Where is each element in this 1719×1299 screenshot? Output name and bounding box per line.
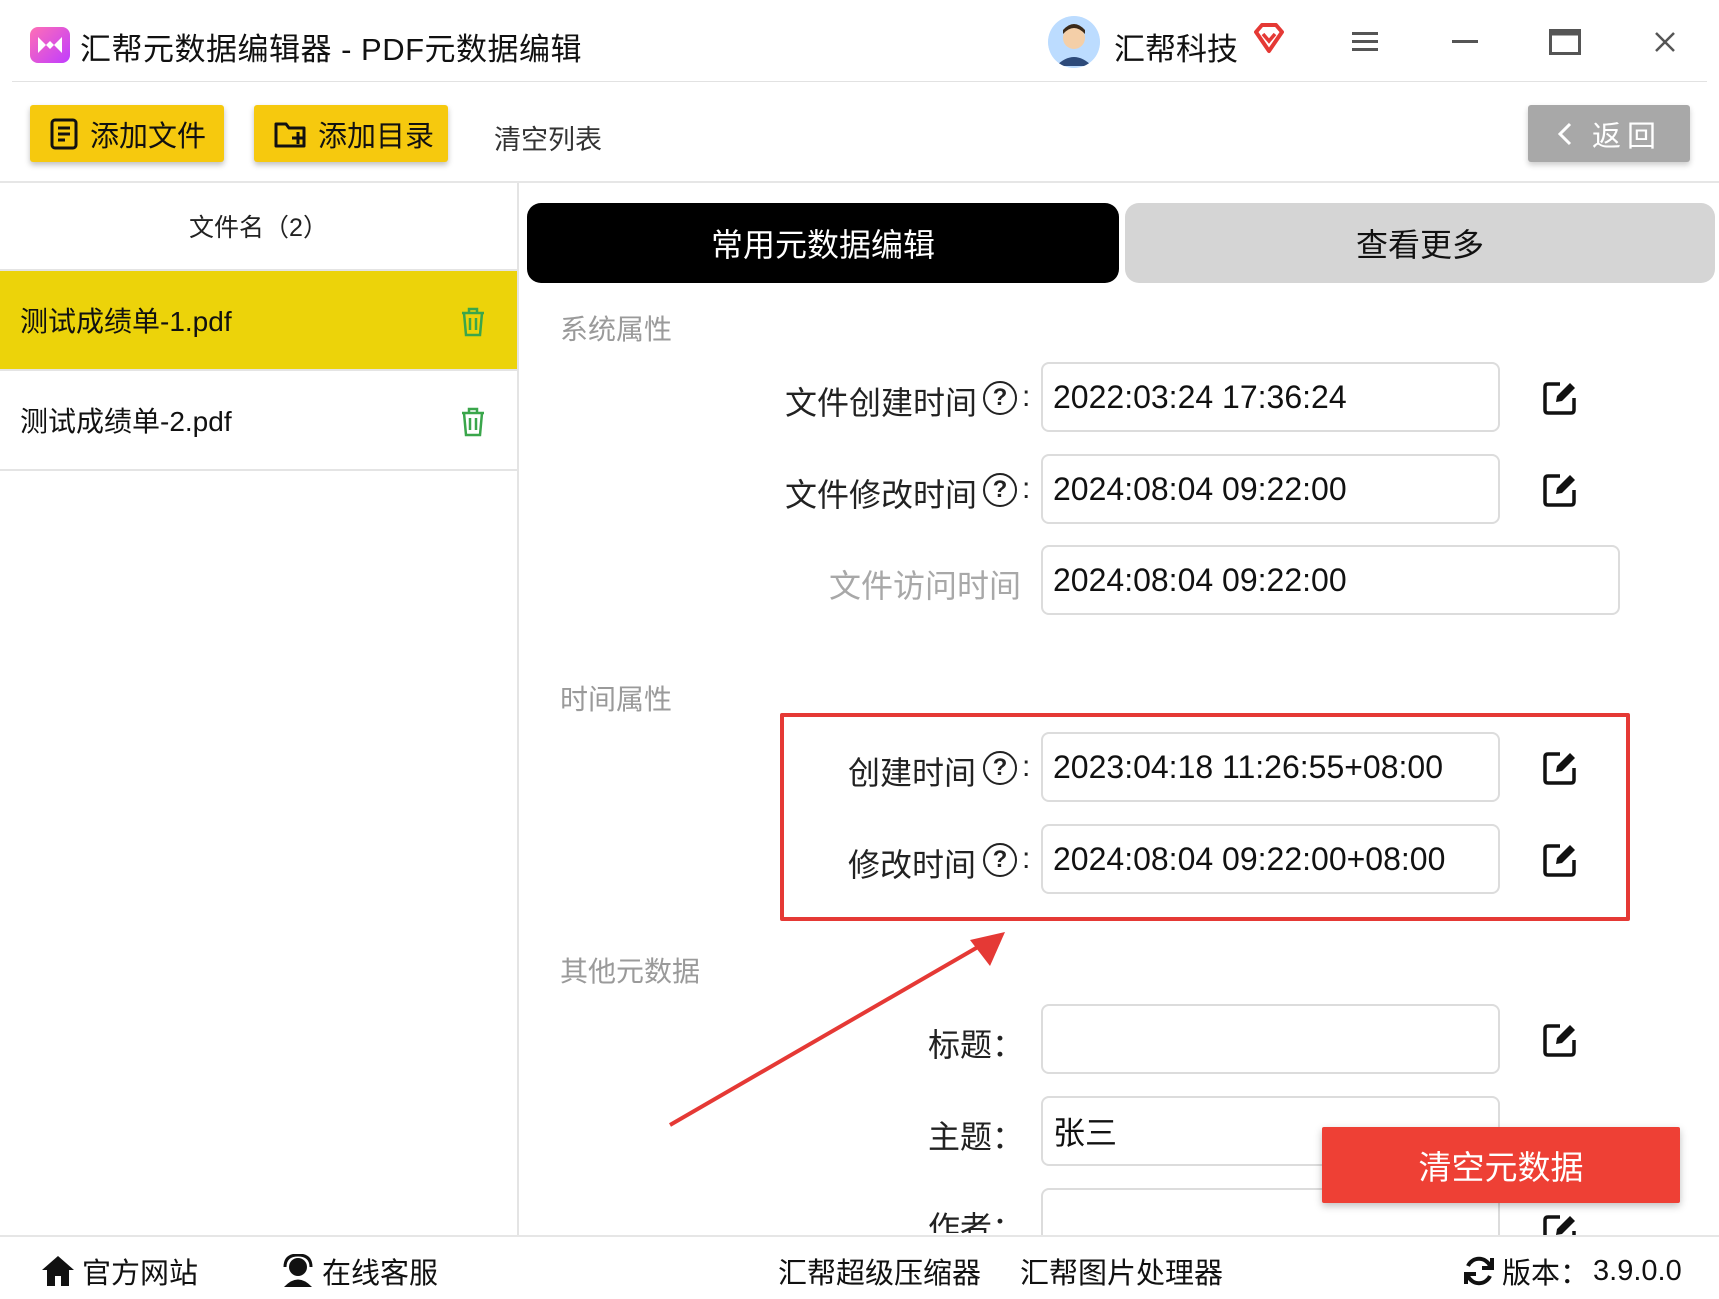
add-folder-label: 添加目录 bbox=[318, 120, 435, 153]
file-list-header: 文件名（2） bbox=[0, 183, 517, 271]
add-file-button[interactable]: 添加文件 bbox=[30, 105, 224, 162]
edit-icon[interactable] bbox=[1542, 1022, 1578, 1058]
help-icon[interactable]: ? bbox=[983, 381, 1017, 415]
section-time-props: 时间属性 bbox=[560, 684, 673, 715]
vip-diamond-icon[interactable] bbox=[1252, 22, 1286, 59]
section-other-meta: 其他元数据 bbox=[560, 956, 701, 987]
file-name: 测试成绩单-2.pdf bbox=[20, 406, 232, 437]
author-label: 作者： bbox=[928, 1210, 1025, 1233]
add-folder-icon bbox=[274, 122, 306, 147]
window-title: 汇帮元数据编辑器 - PDF元数据编辑 bbox=[80, 32, 583, 67]
add-folder-button[interactable]: 添加目录 bbox=[254, 105, 448, 162]
edit-icon[interactable] bbox=[1542, 380, 1578, 416]
edit-icon[interactable] bbox=[1542, 842, 1578, 878]
tab-view-more[interactable]: 查看更多 bbox=[1125, 203, 1715, 283]
app-logo-icon bbox=[30, 27, 70, 63]
help-icon[interactable]: ? bbox=[983, 751, 1017, 785]
back-label: 返回 bbox=[1591, 120, 1662, 153]
colon: : bbox=[1022, 472, 1031, 505]
colon: : bbox=[1022, 380, 1031, 413]
image-tool-link[interactable]: 汇帮图片处理器 bbox=[1020, 1250, 1223, 1292]
trash-icon[interactable] bbox=[460, 307, 486, 344]
file-list-panel: 文件名（2） 测试成绩单-1.pdf 测试成绩单-2.pdf bbox=[0, 183, 519, 1235]
user-name[interactable]: 汇帮科技 bbox=[1114, 24, 1238, 69]
file-modified-field[interactable]: 2024:08:04 09:22:00 bbox=[1041, 454, 1500, 524]
avatar[interactable] bbox=[1048, 16, 1100, 68]
online-support-label: 在线客服 bbox=[322, 1258, 439, 1290]
clear-list-button[interactable]: 清空列表 bbox=[494, 118, 602, 157]
version-label: 版本： bbox=[1502, 1258, 1590, 1290]
maximize-icon[interactable] bbox=[1541, 18, 1589, 66]
home-icon bbox=[42, 1256, 74, 1286]
title-bar: 汇帮元数据编辑器 - PDF元数据编辑 汇帮科技 bbox=[0, 0, 1719, 82]
chevron-left-icon bbox=[1557, 122, 1572, 145]
file-created-label: 文件创建时间 bbox=[785, 385, 978, 421]
created-time-label: 创建时间 bbox=[848, 755, 977, 791]
file-accessed-label: 文件访问时间 bbox=[829, 568, 1022, 604]
back-button[interactable]: 返回 bbox=[1528, 105, 1690, 162]
file-item[interactable]: 测试成绩单-2.pdf bbox=[0, 371, 517, 471]
official-website-link[interactable]: 官方网站 bbox=[40, 1250, 198, 1292]
title-label: 标题： bbox=[928, 1027, 1025, 1063]
title-field[interactable] bbox=[1041, 1004, 1500, 1074]
created-time-field[interactable]: 2023:04:18 11:26:55+08:00 bbox=[1041, 732, 1500, 802]
add-file-icon bbox=[50, 118, 78, 149]
file-accessed-field: 2024:08:04 09:22:00 bbox=[1041, 545, 1620, 615]
file-name: 测试成绩单-1.pdf bbox=[20, 306, 232, 337]
support-agent-icon bbox=[283, 1254, 313, 1287]
online-support-link[interactable]: 在线客服 bbox=[280, 1250, 438, 1292]
official-website-label: 官方网站 bbox=[82, 1258, 199, 1290]
section-system-props: 系统属性 bbox=[560, 314, 673, 345]
modified-time-field[interactable]: 2024:08:04 09:22:00+08:00 bbox=[1041, 824, 1500, 894]
subject-label: 主题： bbox=[928, 1119, 1025, 1155]
file-item[interactable]: 测试成绩单-1.pdf bbox=[0, 271, 517, 371]
edit-icon[interactable] bbox=[1542, 1213, 1578, 1235]
version-info[interactable]: 版本： 3.9.0.0 bbox=[1462, 1250, 1682, 1292]
colon: : bbox=[1022, 750, 1031, 783]
edit-icon[interactable] bbox=[1542, 750, 1578, 786]
close-icon[interactable] bbox=[1641, 18, 1689, 66]
file-modified-label: 文件修改时间 bbox=[785, 477, 978, 513]
trash-icon[interactable] bbox=[460, 407, 486, 444]
file-created-field[interactable]: 2022:03:24 17:36:24 bbox=[1041, 362, 1500, 432]
minimize-icon[interactable] bbox=[1441, 18, 1489, 66]
clear-metadata-button[interactable]: 清空元数据 bbox=[1322, 1127, 1680, 1203]
tab-common-metadata[interactable]: 常用元数据编辑 bbox=[527, 203, 1119, 283]
add-file-label: 添加文件 bbox=[90, 120, 207, 153]
edit-icon[interactable] bbox=[1542, 472, 1578, 508]
menu-icon[interactable] bbox=[1341, 18, 1389, 66]
modified-time-label: 修改时间 bbox=[848, 847, 977, 883]
help-icon[interactable]: ? bbox=[983, 843, 1017, 877]
help-icon[interactable]: ? bbox=[983, 473, 1017, 507]
version-value: 3.9.0.0 bbox=[1593, 1254, 1682, 1287]
colon: : bbox=[1022, 842, 1031, 875]
refresh-icon bbox=[1464, 1256, 1494, 1286]
compressor-link[interactable]: 汇帮超级压缩器 bbox=[778, 1250, 981, 1292]
